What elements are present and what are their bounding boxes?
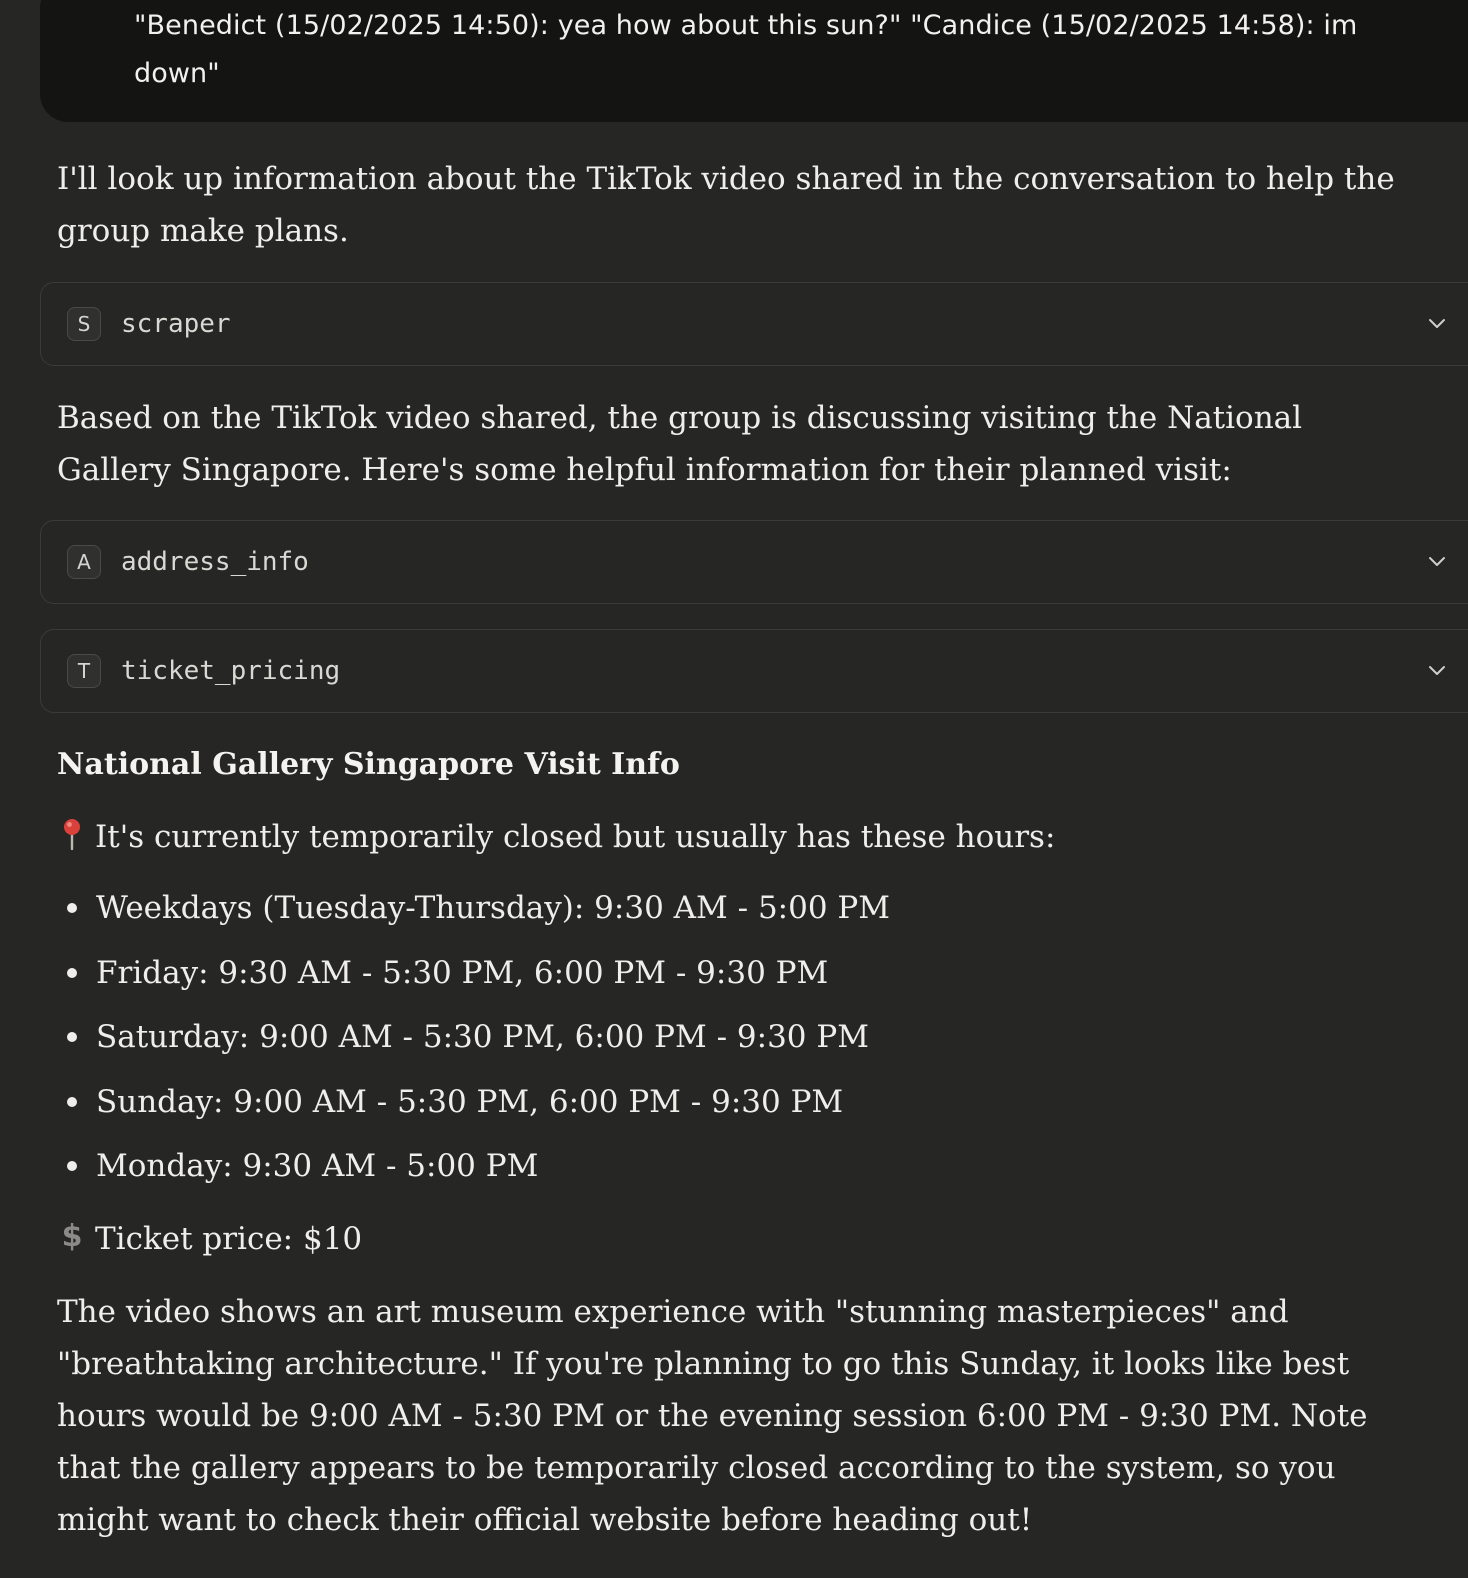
user-message-text: "Benedict (15/02/2025 14:50): yea how ab… [134, 10, 1358, 89]
list-item: Weekdays (Tuesday-Thursday): 9:30 AM - 5… [57, 882, 890, 947]
chevron-down-icon[interactable] [1425, 311, 1449, 335]
tool-badge: T [67, 654, 101, 688]
dollar-sign-icon: $ [62, 1219, 83, 1253]
assistant-closing-text: The video shows an art museum experience… [57, 1294, 1368, 1538]
hours-text: Monday: 9:30 AM - 5:00 PM [96, 1148, 539, 1184]
list-item: Monday: 9:30 AM - 5:00 PM [57, 1140, 890, 1205]
hours-text: Friday: 9:30 AM - 5:30 PM, 6:00 PM - 9:3… [96, 954, 829, 991]
hours-text: Sunday: 9:00 AM - 5:30 PM, 6:00 PM - 9:3… [96, 1083, 844, 1120]
status-text: It's currently temporarily closed but us… [95, 819, 1056, 855]
chevron-down-icon[interactable] [1425, 658, 1449, 682]
ticket-price-line: $ Ticket price: $10 [57, 1213, 1417, 1265]
bullet [67, 967, 77, 978]
bullet [67, 1096, 77, 1107]
visit-info-heading: National Gallery Singapore Visit Info [57, 747, 680, 782]
tool-name: address_info [121, 547, 309, 577]
assistant-context-text: Based on the TikTok video shared, the gr… [57, 400, 1303, 488]
bullet [67, 1161, 77, 1171]
tool-name: scraper [121, 309, 231, 339]
status-line: It's currently temporarily closed but us… [57, 811, 1417, 863]
bullet [67, 903, 77, 913]
assistant-intro-text: I'll look up information about the TikTo… [57, 161, 1395, 249]
hours-text: Saturday: 9:00 AM - 5:30 PM, 6:00 PM - 9… [96, 1019, 869, 1055]
list-item: Sunday: 9:00 AM - 5:30 PM, 6:00 PM - 9:3… [57, 1076, 890, 1141]
tool-badge: S [67, 307, 101, 341]
tool-call-ticket-pricing[interactable]: T ticket_pricing [40, 629, 1468, 713]
tool-call-address-info[interactable]: A address_info [40, 520, 1468, 604]
svg-text:$: $ [62, 1219, 83, 1253]
ticket-price-text: Ticket price: $10 [95, 1221, 363, 1257]
tool-name: ticket_pricing [121, 656, 341, 686]
bullet [67, 1032, 77, 1042]
hours-list: Weekdays (Tuesday-Thursday): 9:30 AM - 5… [57, 882, 890, 1205]
tool-call-scraper[interactable]: S scraper [40, 282, 1468, 366]
hours-text: Weekdays (Tuesday-Thursday): 9:30 AM - 5… [96, 890, 891, 926]
tool-badge: A [67, 545, 101, 579]
list-item: Friday: 9:30 AM - 5:30 PM, 6:00 PM - 9:3… [57, 947, 890, 1012]
chevron-down-icon[interactable] [1425, 549, 1449, 573]
round-pushpin-icon [64, 819, 80, 851]
list-item: Saturday: 9:00 AM - 5:30 PM, 6:00 PM - 9… [57, 1011, 890, 1076]
